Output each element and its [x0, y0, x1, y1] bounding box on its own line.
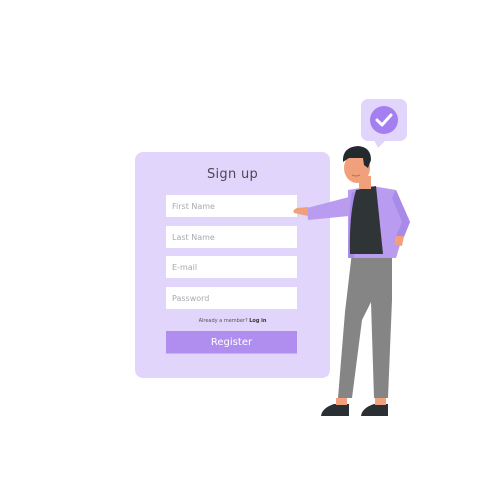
- head: [342, 146, 371, 189]
- pants: [338, 252, 392, 398]
- pointing-arm: [293, 197, 349, 220]
- person-illustration: [293, 99, 410, 416]
- check-badge: [361, 99, 407, 148]
- shoes: [321, 398, 388, 416]
